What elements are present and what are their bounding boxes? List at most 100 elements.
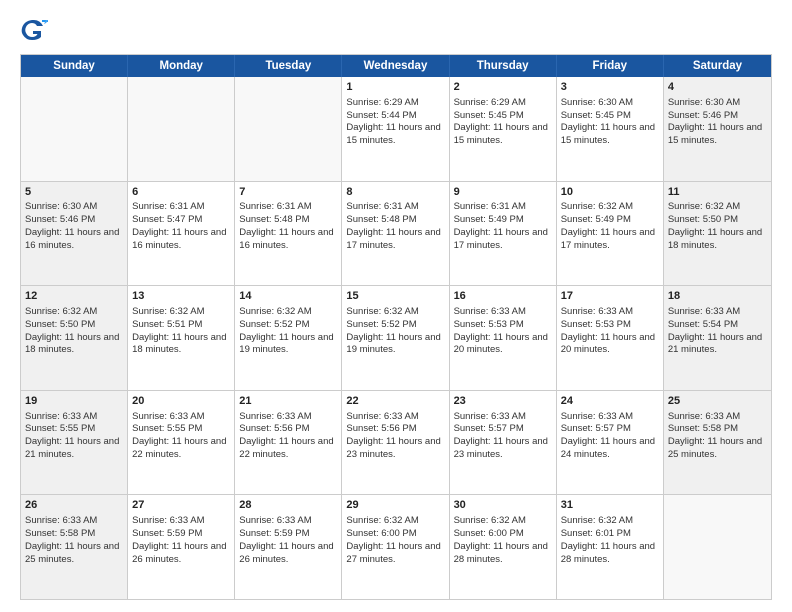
day-number: 19 (25, 394, 123, 409)
calendar-row-3: 12 Sunrise: 6:32 AM Sunset: 5:50 PM Dayli… (21, 285, 771, 390)
day-info: Sunrise: 6:33 AM Sunset: 5:59 PM Dayligh… (239, 515, 333, 564)
day-info: Sunrise: 6:33 AM Sunset: 5:57 PM Dayligh… (561, 411, 655, 460)
day-cell-17: 17Sunrise: 6:33 AM Sunset: 5:53 PM Dayli… (557, 286, 664, 390)
day-cell-31: 31 Sunrise: 6:32 AM Sunset: 6:01 PM Dayli… (557, 495, 664, 599)
day-cell-30: 30 Sunrise: 6:32 AM Sunset: 6:00 PM Dayli… (450, 495, 557, 599)
day-cell-18: 18Sunrise: 6:33 AM Sunset: 5:54 PM Dayli… (664, 286, 771, 390)
day-cell-7: 7Sunrise: 6:31 AM Sunset: 5:48 PM Daylig… (235, 182, 342, 286)
day-cell-16: 16 Sunrise: 6:33 AM Sunset: 5:53 PM Dayli… (450, 286, 557, 390)
day-number: 4 (668, 80, 767, 95)
calendar: SundayMondayTuesdayWednesdayThursdayFrid… (20, 54, 772, 600)
day-info: Sunrise: 6:31 AM Sunset: 5:48 PM Dayligh… (346, 201, 440, 250)
day-cell-19: 19 Sunrise: 6:33 AM Sunset: 5:55 PM Dayli… (21, 391, 128, 495)
day-cell-9: 9Sunrise: 6:31 AM Sunset: 5:49 PM Daylig… (450, 182, 557, 286)
day-number: 2 (454, 80, 552, 95)
header-cell-saturday: Saturday (664, 55, 771, 77)
day-number: 11 (668, 185, 767, 200)
header-cell-monday: Monday (128, 55, 235, 77)
day-number: 17 (561, 289, 659, 304)
empty-cell (235, 77, 342, 181)
day-number: 31 (561, 498, 659, 513)
calendar-row-4: 19 Sunrise: 6:33 AM Sunset: 5:55 PM Dayli… (21, 390, 771, 495)
day-info: Sunrise: 6:33 AM Sunset: 5:55 PM Dayligh… (132, 411, 226, 460)
day-number: 14 (239, 289, 337, 304)
day-cell-13: 13 Sunrise: 6:32 AM Sunset: 5:51 PM Dayli… (128, 286, 235, 390)
day-cell-29: 29Sunrise: 6:32 AM Sunset: 6:00 PM Dayli… (342, 495, 449, 599)
day-info: Sunrise: 6:33 AM Sunset: 5:59 PM Dayligh… (132, 515, 226, 564)
day-info: Sunrise: 6:31 AM Sunset: 5:47 PM Dayligh… (132, 201, 226, 250)
header-cell-sunday: Sunday (21, 55, 128, 77)
day-info: Sunrise: 6:32 AM Sunset: 5:51 PM Dayligh… (132, 306, 226, 355)
empty-cell (21, 77, 128, 181)
day-info: Sunrise: 6:33 AM Sunset: 5:55 PM Dayligh… (25, 411, 119, 460)
day-cell-2: 2Sunrise: 6:29 AM Sunset: 5:45 PM Daylig… (450, 77, 557, 181)
day-cell-1: 1 Sunrise: 6:29 AM Sunset: 5:44 PM Daylig… (342, 77, 449, 181)
day-info: Sunrise: 6:30 AM Sunset: 5:46 PM Dayligh… (25, 201, 119, 250)
empty-cell (128, 77, 235, 181)
day-number: 5 (25, 185, 123, 200)
day-info: Sunrise: 6:32 AM Sunset: 6:01 PM Dayligh… (561, 515, 655, 564)
day-number: 8 (346, 185, 444, 200)
day-number: 28 (239, 498, 337, 513)
day-info: Sunrise: 6:29 AM Sunset: 5:44 PM Dayligh… (346, 97, 440, 146)
day-number: 3 (561, 80, 659, 95)
day-cell-28: 28 Sunrise: 6:33 AM Sunset: 5:59 PM Dayli… (235, 495, 342, 599)
day-info: Sunrise: 6:33 AM Sunset: 5:53 PM Dayligh… (454, 306, 548, 355)
day-number: 12 (25, 289, 123, 304)
day-number: 29 (346, 498, 444, 513)
day-cell-12: 12 Sunrise: 6:32 AM Sunset: 5:50 PM Dayli… (21, 286, 128, 390)
day-info: Sunrise: 6:33 AM Sunset: 5:56 PM Dayligh… (239, 411, 333, 460)
day-number: 26 (25, 498, 123, 513)
day-number: 7 (239, 185, 337, 200)
day-number: 1 (346, 80, 444, 95)
day-cell-24: 24 Sunrise: 6:33 AM Sunset: 5:57 PM Dayli… (557, 391, 664, 495)
day-cell-26: 26 Sunrise: 6:33 AM Sunset: 5:58 PM Dayli… (21, 495, 128, 599)
day-number: 10 (561, 185, 659, 200)
header-cell-wednesday: Wednesday (342, 55, 449, 77)
logo-icon (20, 16, 48, 44)
day-info: Sunrise: 6:32 AM Sunset: 5:50 PM Dayligh… (668, 201, 762, 250)
day-info: Sunrise: 6:32 AM Sunset: 6:00 PM Dayligh… (454, 515, 548, 564)
day-cell-10: 10Sunrise: 6:32 AM Sunset: 5:49 PM Dayli… (557, 182, 664, 286)
day-cell-15: 15Sunrise: 6:32 AM Sunset: 5:52 PM Dayli… (342, 286, 449, 390)
day-number: 22 (346, 394, 444, 409)
day-info: Sunrise: 6:32 AM Sunset: 5:52 PM Dayligh… (239, 306, 333, 355)
day-info: Sunrise: 6:32 AM Sunset: 5:50 PM Dayligh… (25, 306, 119, 355)
day-number: 20 (132, 394, 230, 409)
day-number: 30 (454, 498, 552, 513)
day-cell-21: 21Sunrise: 6:33 AM Sunset: 5:56 PM Dayli… (235, 391, 342, 495)
calendar-body: 1 Sunrise: 6:29 AM Sunset: 5:44 PM Daylig… (21, 77, 771, 599)
day-cell-20: 20 Sunrise: 6:33 AM Sunset: 5:55 PM Dayli… (128, 391, 235, 495)
day-number: 18 (668, 289, 767, 304)
day-number: 23 (454, 394, 552, 409)
header-cell-tuesday: Tuesday (235, 55, 342, 77)
day-cell-8: 8Sunrise: 6:31 AM Sunset: 5:48 PM Daylig… (342, 182, 449, 286)
day-number: 13 (132, 289, 230, 304)
day-cell-5: 5Sunrise: 6:30 AM Sunset: 5:46 PM Daylig… (21, 182, 128, 286)
page: SundayMondayTuesdayWednesdayThursdayFrid… (0, 0, 792, 612)
day-number: 16 (454, 289, 552, 304)
day-cell-4: 4 Sunrise: 6:30 AM Sunset: 5:46 PM Daylig… (664, 77, 771, 181)
day-info: Sunrise: 6:32 AM Sunset: 5:49 PM Dayligh… (561, 201, 655, 250)
day-number: 6 (132, 185, 230, 200)
header-cell-friday: Friday (557, 55, 664, 77)
day-cell-11: 11Sunrise: 6:32 AM Sunset: 5:50 PM Dayli… (664, 182, 771, 286)
day-info: Sunrise: 6:33 AM Sunset: 5:58 PM Dayligh… (25, 515, 119, 564)
day-cell-3: 3Sunrise: 6:30 AM Sunset: 5:45 PM Daylig… (557, 77, 664, 181)
day-info: Sunrise: 6:33 AM Sunset: 5:57 PM Dayligh… (454, 411, 548, 460)
day-number: 25 (668, 394, 767, 409)
day-info: Sunrise: 6:31 AM Sunset: 5:49 PM Dayligh… (454, 201, 548, 250)
day-number: 9 (454, 185, 552, 200)
day-info: Sunrise: 6:30 AM Sunset: 5:46 PM Dayligh… (668, 97, 762, 146)
day-cell-14: 14 Sunrise: 6:32 AM Sunset: 5:52 PM Dayli… (235, 286, 342, 390)
day-info: Sunrise: 6:33 AM Sunset: 5:58 PM Dayligh… (668, 411, 762, 460)
day-cell-22: 22Sunrise: 6:33 AM Sunset: 5:56 PM Dayli… (342, 391, 449, 495)
header (20, 16, 772, 44)
day-number: 24 (561, 394, 659, 409)
calendar-row-5: 26 Sunrise: 6:33 AM Sunset: 5:58 PM Dayli… (21, 494, 771, 599)
day-info: Sunrise: 6:32 AM Sunset: 5:52 PM Dayligh… (346, 306, 440, 355)
calendar-row-2: 5Sunrise: 6:30 AM Sunset: 5:46 PM Daylig… (21, 181, 771, 286)
logo (20, 16, 52, 44)
day-cell-23: 23 Sunrise: 6:33 AM Sunset: 5:57 PM Dayli… (450, 391, 557, 495)
calendar-header: SundayMondayTuesdayWednesdayThursdayFrid… (21, 55, 771, 77)
